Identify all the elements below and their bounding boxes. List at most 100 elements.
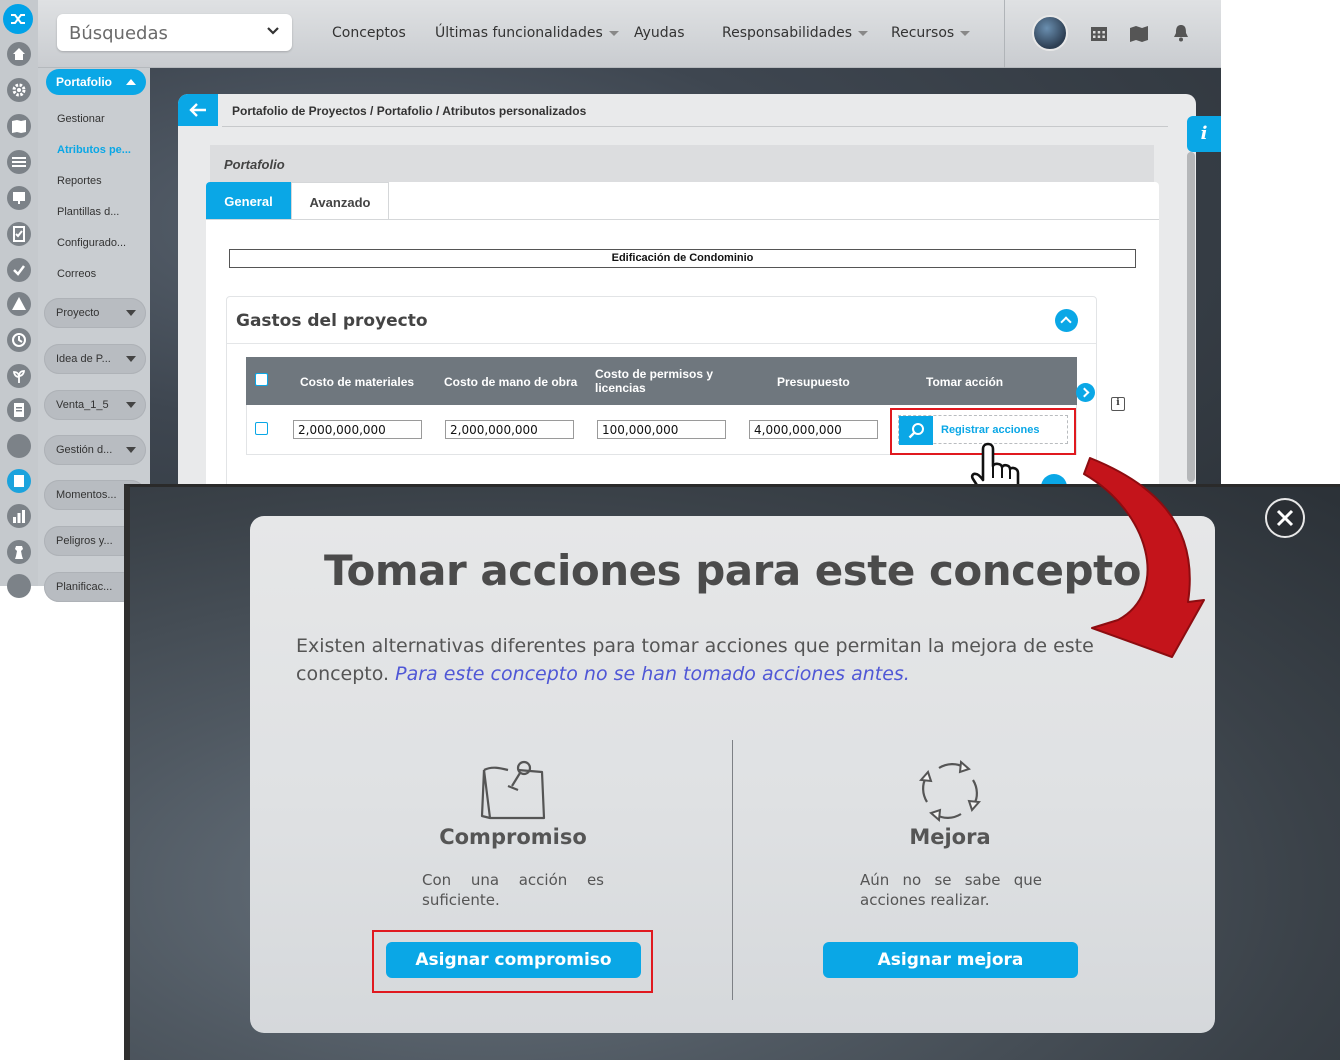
plant-icon[interactable] bbox=[7, 364, 31, 388]
menu-group-gestion[interactable]: Gestión d... bbox=[44, 435, 146, 465]
document-icon[interactable] bbox=[7, 398, 31, 422]
shuffle-icon[interactable] bbox=[3, 4, 33, 34]
option-mejora-title: Mejora bbox=[909, 825, 991, 849]
nav-label: Recursos bbox=[891, 25, 955, 41]
menu-group-idea[interactable]: Idea de P... bbox=[44, 344, 146, 374]
costo-permisos-input[interactable]: 100,000,000 bbox=[597, 420, 726, 439]
active-module-icon[interactable] bbox=[7, 469, 31, 493]
menu-group-label: Planificac... bbox=[56, 581, 113, 593]
caret-down-icon bbox=[608, 30, 619, 36]
menu-group-label: Venta_1_5 bbox=[56, 399, 109, 411]
panel-scrollbar[interactable] bbox=[1187, 152, 1195, 482]
caret-down-icon bbox=[960, 30, 971, 36]
record-title-field: Edificación de Condominio bbox=[229, 249, 1136, 268]
nav-responsabilidades[interactable]: Responsabilidades bbox=[722, 25, 869, 41]
menu-item-plantillas[interactable]: Plantillas d... bbox=[57, 206, 119, 218]
menu-header-label: Portafolio bbox=[56, 75, 112, 89]
asignar-compromiso-button[interactable]: Asignar compromiso bbox=[386, 942, 641, 978]
user-avatar[interactable] bbox=[1032, 15, 1068, 51]
home-icon[interactable] bbox=[7, 42, 31, 66]
nav-conceptos[interactable]: Conceptos bbox=[332, 25, 406, 41]
options-divider bbox=[732, 740, 733, 1000]
top-bar: Búsquedas Conceptos Últimas funcionalida… bbox=[0, 0, 1221, 68]
option-mejora-description: Aún no se sabe que acciones realizar. bbox=[860, 871, 1042, 909]
modal-description: Existen alternativas diferentes para tom… bbox=[296, 632, 1126, 688]
clock-icon[interactable] bbox=[7, 328, 31, 352]
menu-item-correos[interactable]: Correos bbox=[57, 268, 96, 280]
modal-note: Para este concepto no se han tomado acci… bbox=[395, 663, 910, 685]
more-icon[interactable] bbox=[7, 574, 31, 598]
row-checkbox[interactable] bbox=[255, 422, 268, 435]
book-icon[interactable] bbox=[7, 114, 31, 138]
scroll-right-button[interactable] bbox=[1076, 383, 1095, 402]
monitor-icon[interactable] bbox=[7, 186, 31, 210]
bar-chart-icon[interactable] bbox=[7, 504, 31, 528]
close-icon bbox=[1276, 509, 1294, 527]
collapse-toggle-button[interactable] bbox=[1055, 309, 1078, 332]
gastos-title: Gastos del proyecto bbox=[236, 311, 428, 331]
menu-group-label: Peligros y... bbox=[56, 535, 113, 547]
caret-down-icon bbox=[126, 356, 136, 362]
chess-piece-icon[interactable] bbox=[7, 540, 31, 564]
topbar-divider bbox=[1004, 0, 1005, 68]
modal-title: Tomar acciones para este concepto bbox=[323, 546, 1142, 595]
book-icon[interactable] bbox=[1129, 24, 1149, 42]
column-header: Costo de permisos y licencias bbox=[595, 367, 714, 395]
caret-down-icon bbox=[126, 447, 136, 453]
costo-mano-obra-input[interactable]: 2,000,000,000 bbox=[445, 420, 574, 439]
menu-group-label: Idea de P... bbox=[56, 353, 111, 365]
menu-item-reportes[interactable]: Reportes bbox=[57, 175, 102, 187]
tab-avanzado[interactable]: Avanzado bbox=[291, 182, 389, 220]
nav-recursos[interactable]: Recursos bbox=[891, 25, 971, 41]
costo-materiales-input[interactable]: 2,000,000,000 bbox=[293, 420, 422, 439]
info-button[interactable]: i bbox=[1187, 116, 1221, 152]
asignar-mejora-button[interactable]: Asignar mejora bbox=[823, 942, 1078, 978]
section-title: Portafolio bbox=[224, 157, 285, 172]
screenshot-stage: Búsquedas Conceptos Últimas funcionalida… bbox=[0, 0, 1340, 1060]
bell-icon[interactable] bbox=[1171, 24, 1191, 42]
column-header: Presupuesto bbox=[777, 375, 850, 389]
list-icon[interactable] bbox=[7, 150, 31, 174]
close-modal-button[interactable] bbox=[1265, 498, 1305, 538]
gear-icon[interactable] bbox=[7, 78, 31, 102]
menu-header-portafolio[interactable]: Portafolio bbox=[46, 69, 146, 95]
blank-icon[interactable] bbox=[7, 434, 31, 458]
nav-label: Responsabilidades bbox=[722, 25, 853, 41]
column-header: Costo de materiales bbox=[300, 375, 415, 389]
tab-divider bbox=[206, 219, 1159, 220]
menu-group-venta[interactable]: Venta_1_5 bbox=[44, 390, 146, 420]
breadcrumb-underline bbox=[222, 126, 1168, 127]
caret-down-icon bbox=[858, 30, 869, 36]
menu-item-atributos[interactable]: Atributos pe... bbox=[57, 144, 131, 156]
gastos-divider bbox=[227, 343, 1096, 344]
row-info-icon[interactable]: i bbox=[1111, 397, 1125, 411]
section-header: Portafolio bbox=[210, 145, 1154, 183]
registrar-acciones-label: Registrar acciones bbox=[941, 424, 1040, 436]
menu-group-proyecto[interactable]: Proyecto bbox=[44, 298, 146, 328]
check-circle-icon[interactable] bbox=[7, 258, 31, 282]
chevron-down-icon bbox=[267, 27, 279, 35]
cycle-arrows-icon bbox=[918, 759, 982, 823]
pinned-paper-icon bbox=[480, 760, 546, 820]
nav-label: Últimas funcionalidades bbox=[435, 25, 603, 41]
nav-ayudas[interactable]: Ayudas bbox=[634, 25, 685, 41]
back-button[interactable] bbox=[178, 94, 218, 126]
menu-item-configurador[interactable]: Configurado... bbox=[57, 237, 126, 249]
nav-ultimas-funcionalidades[interactable]: Últimas funcionalidades bbox=[435, 25, 619, 41]
arrow-left-icon bbox=[189, 103, 206, 117]
menu-group-label: Proyecto bbox=[56, 307, 100, 319]
select-all-checkbox[interactable] bbox=[255, 373, 268, 386]
search-placeholder: Búsquedas bbox=[69, 23, 168, 44]
column-header: Tomar acción bbox=[926, 375, 1004, 389]
calendar-icon[interactable] bbox=[1089, 24, 1109, 42]
warning-icon[interactable] bbox=[7, 292, 31, 316]
icon-rail bbox=[0, 0, 38, 598]
menu-item-gestionar[interactable]: Gestionar bbox=[57, 113, 105, 125]
search-dropdown[interactable]: Búsquedas bbox=[57, 14, 292, 51]
presupuesto-input[interactable]: 4,000,000,000 bbox=[749, 420, 878, 439]
tab-general[interactable]: General bbox=[206, 182, 291, 220]
caret-down-icon bbox=[126, 310, 136, 316]
caret-down-icon bbox=[126, 402, 136, 408]
checklist-icon[interactable] bbox=[7, 222, 31, 246]
menu-group-label: Gestión d... bbox=[56, 444, 113, 456]
